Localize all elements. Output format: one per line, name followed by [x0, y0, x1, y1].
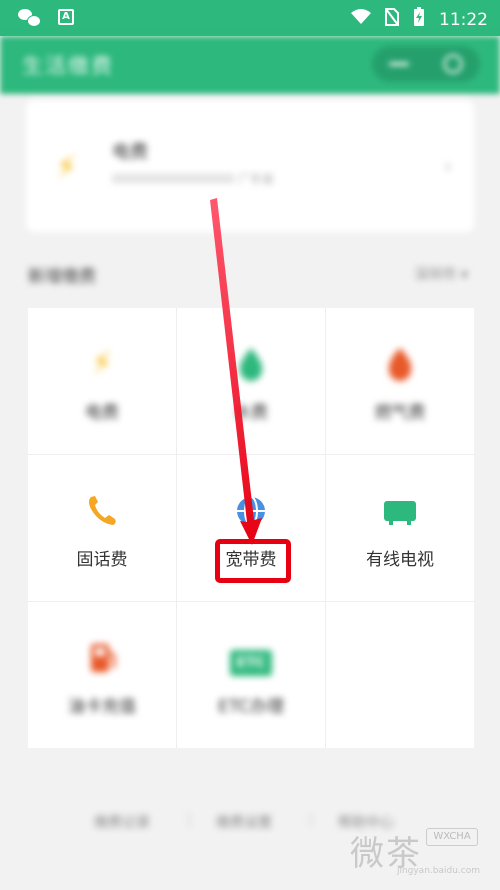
watermark-badge: WXCHA — [426, 828, 478, 846]
footer-settings-link[interactable]: 缴费设置 — [216, 812, 272, 832]
highlight-box — [215, 539, 291, 583]
footer-separator: | — [309, 812, 314, 828]
footer-separator: | — [187, 812, 192, 828]
watermark-url: jingyan.baidu.com — [396, 866, 480, 876]
footer-records-link[interactable]: 缴费记录 — [94, 812, 150, 832]
annotation-arrow — [210, 198, 262, 545]
